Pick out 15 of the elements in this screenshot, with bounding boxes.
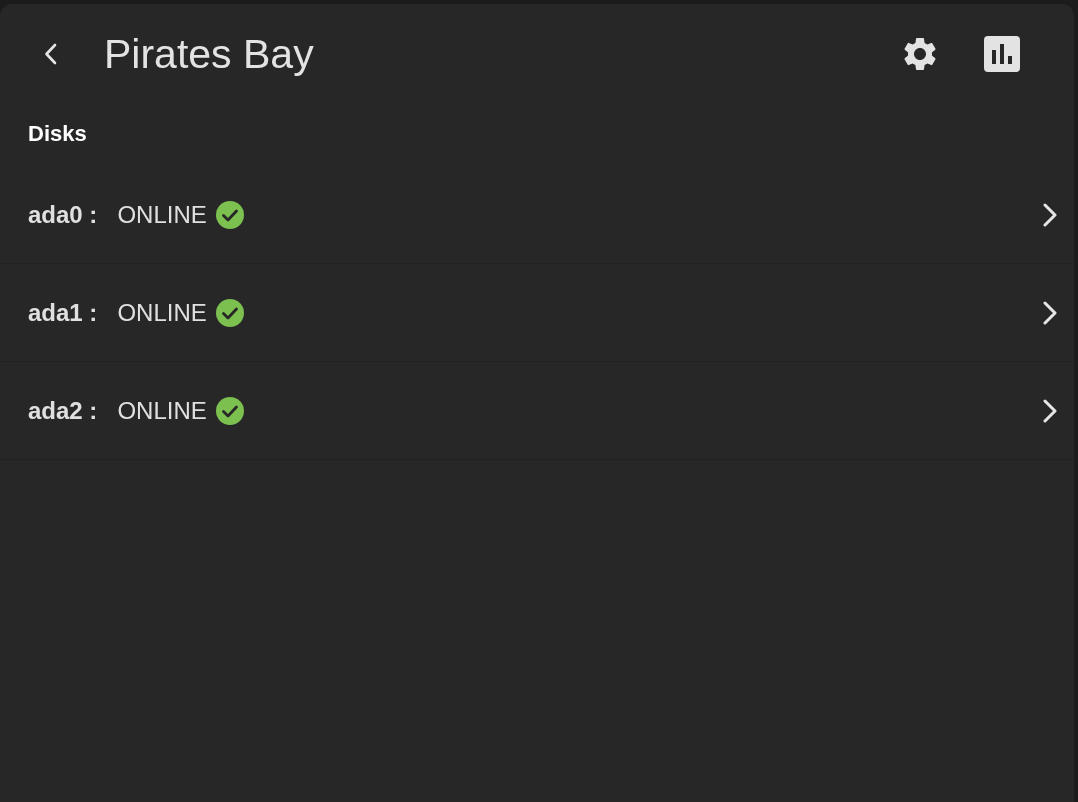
disk-row[interactable]: ada2 : ONLINE <box>0 362 1074 460</box>
chevron-right-icon[interactable] <box>1042 202 1058 227</box>
back-chevron-icon[interactable] <box>43 42 59 66</box>
disk-row[interactable]: ada1 : ONLINE <box>0 264 1074 362</box>
disk-row[interactable]: ada0 : ONLINE <box>0 166 1074 264</box>
disk-name: ada1 : <box>28 298 98 327</box>
disk-name: ada0 : <box>28 200 98 229</box>
disk-name: ada2 : <box>28 396 98 425</box>
disk-status: ONLINE <box>117 298 207 327</box>
page-title: Pirates Bay <box>104 33 315 75</box>
disk-status: ONLINE <box>117 396 207 425</box>
disk-status: ONLINE <box>117 200 207 229</box>
section-title: Disks <box>27 120 88 148</box>
chevron-right-icon[interactable] <box>1042 398 1058 423</box>
chevron-right-icon[interactable] <box>1042 300 1058 325</box>
